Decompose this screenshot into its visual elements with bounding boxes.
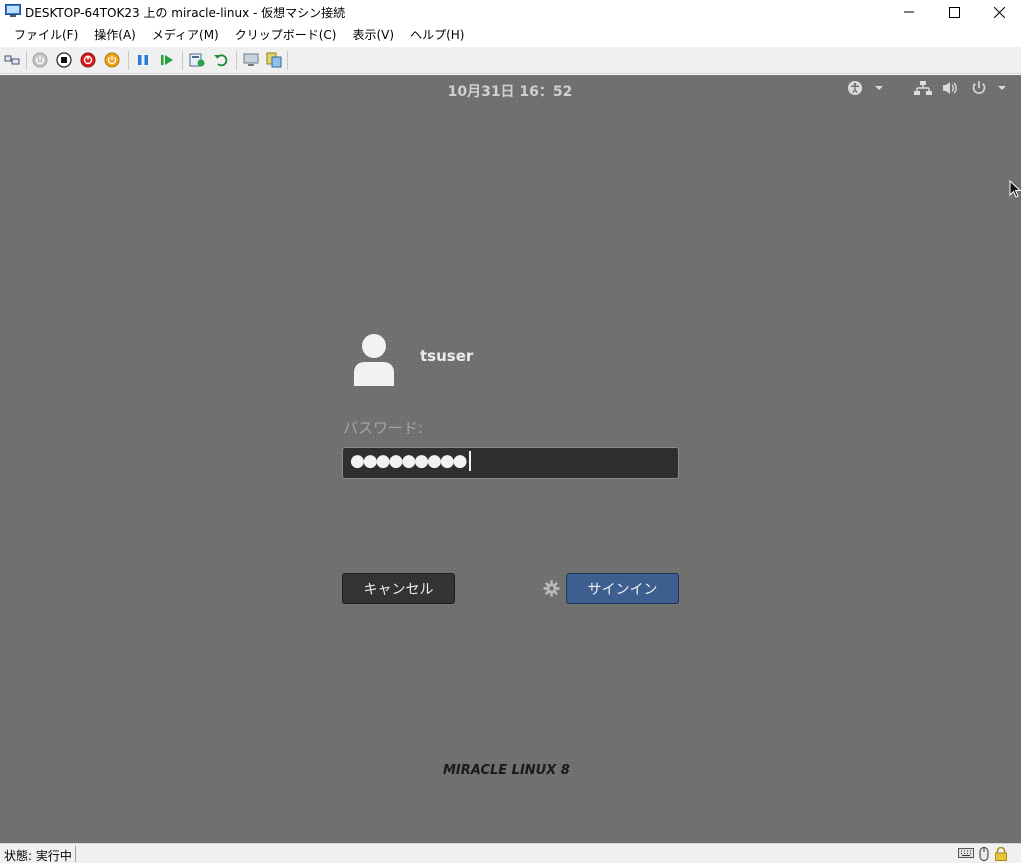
vm-connect-app-icon (5, 4, 21, 17)
user-avatar-icon[interactable] (351, 332, 397, 386)
menu-view[interactable]: 表示(V) (345, 24, 403, 47)
enhanced-session-icon[interactable] (243, 52, 259, 68)
lock-icon (995, 847, 1007, 861)
volume-icon[interactable] (941, 80, 961, 96)
vm-connection-window: DESKTOP-64TOK23 上の miracle-linux - 仮想マシン… (0, 0, 1021, 863)
menu-bar: ファイル(F) 操作(A) メディア(M) クリップボード(C) 表示(V) ヘ… (0, 24, 1021, 47)
mouse-icon (979, 847, 989, 861)
status-bar: 状態: 実行中 (0, 843, 1021, 863)
save-icon[interactable] (104, 52, 120, 68)
menu-clipboard[interactable]: クリップボード(C) (227, 24, 345, 47)
network-icon[interactable] (914, 80, 932, 96)
reset-icon[interactable] (159, 52, 175, 68)
status-text: 状態: 実行中 (4, 849, 72, 863)
mouse-cursor-icon (1009, 180, 1021, 198)
ctrl-alt-del-icon[interactable] (4, 52, 20, 68)
close-button[interactable] (976, 0, 1021, 24)
toolbar-separator (128, 51, 129, 70)
toolbar-separator (182, 51, 183, 70)
vm-screen[interactable]: 10月31日 16：52 tsuser パスワード: ●●●●●●●●● キャン… (0, 75, 1021, 843)
brand-logo: MIRACLE LINUX 8 (443, 763, 570, 778)
clock[interactable]: 10月31日 16：52 (420, 81, 600, 101)
minimize-button[interactable] (886, 0, 932, 24)
title-bar: DESKTOP-64TOK23 上の miracle-linux - 仮想マシン… (0, 0, 1021, 24)
checkpoint-icon[interactable] (189, 52, 205, 68)
cancel-button[interactable]: キャンセル (342, 573, 455, 604)
password-label: パスワード: (343, 419, 424, 437)
menu-help[interactable]: ヘルプ(H) (402, 24, 472, 47)
revert-icon[interactable] (213, 52, 229, 68)
maximize-icon (948, 6, 960, 18)
keyboard-icon (958, 848, 974, 858)
close-icon (993, 6, 1005, 18)
power-icon[interactable] (970, 80, 1010, 96)
text-caret (468, 451, 471, 471)
toolbar (0, 47, 1021, 74)
maximize-button[interactable] (931, 0, 977, 24)
share-icon[interactable] (266, 52, 282, 68)
menu-action[interactable]: 操作(A) (86, 24, 144, 47)
toolbar-separator (287, 51, 288, 70)
status-separator (75, 846, 76, 862)
shutdown-icon[interactable] (80, 52, 96, 68)
pause-icon[interactable] (135, 52, 151, 68)
start-icon[interactable] (32, 52, 48, 68)
username-label[interactable]: tsuser (420, 347, 473, 365)
sign-in-button[interactable]: サインイン (566, 573, 679, 604)
toolbar-separator (236, 51, 237, 70)
window-title: DESKTOP-64TOK23 上の miracle-linux - 仮想マシン… (25, 6, 346, 20)
session-gear-icon[interactable] (543, 580, 560, 597)
menu-file[interactable]: ファイル(F) (6, 24, 86, 47)
accessibility-icon[interactable] (847, 80, 887, 96)
password-dots: ●●●●●●●●● (350, 451, 468, 471)
password-input[interactable]: ●●●●●●●●● (342, 447, 679, 479)
menu-media[interactable]: メディア(M) (144, 24, 227, 47)
minimize-icon (904, 11, 914, 13)
toolbar-separator (26, 51, 27, 70)
password-value: ●●●●●●●●● (350, 451, 471, 471)
turn-off-icon[interactable] (56, 52, 72, 68)
